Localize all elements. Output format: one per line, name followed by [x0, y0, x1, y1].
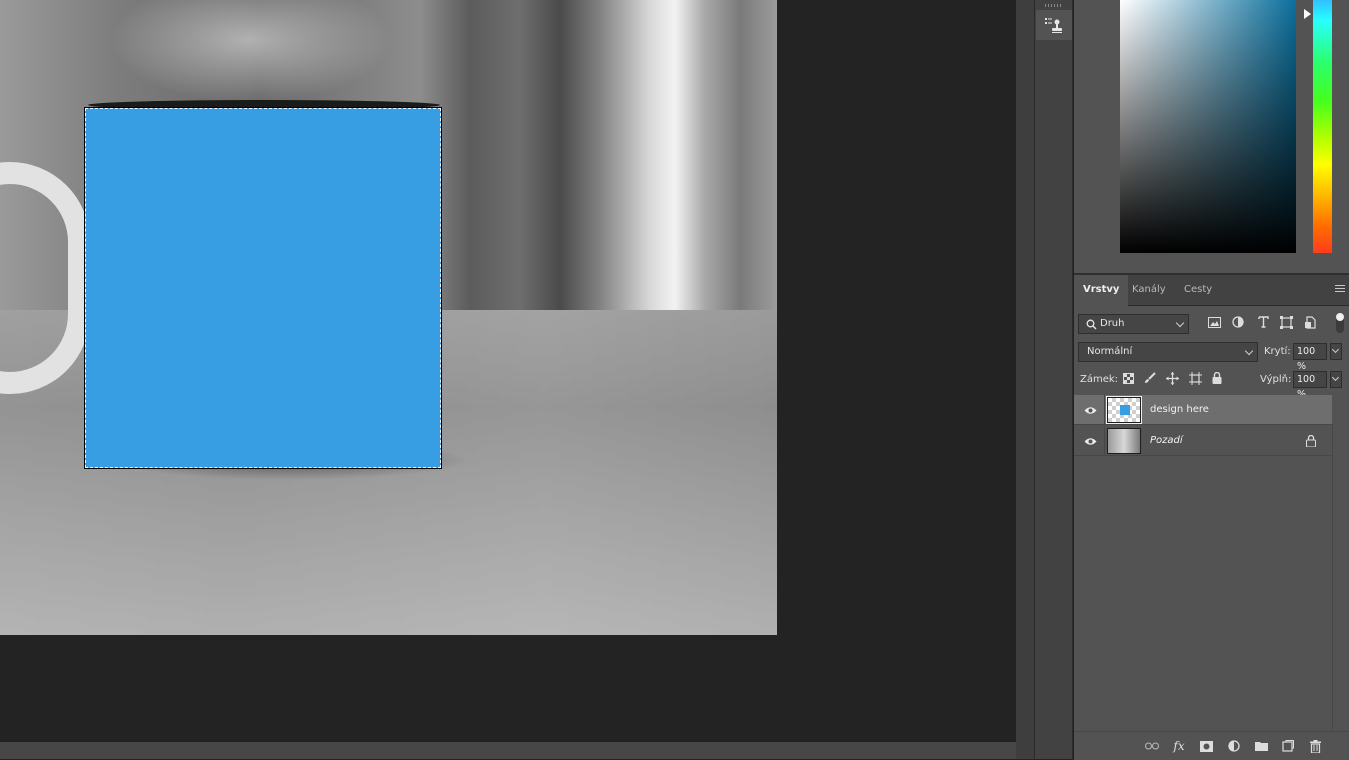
visibility-eye-icon[interactable] [1083, 435, 1097, 447]
group-folder-icon[interactable] [1254, 739, 1268, 753]
layer-thumbnail-fill [1120, 405, 1130, 415]
layer-row-design-here[interactable]: design here [1074, 395, 1332, 425]
layer-thumbnail[interactable] [1106, 396, 1142, 424]
adjustment-filter-icon[interactable] [1231, 315, 1245, 329]
tab-channels[interactable]: Kanály [1123, 275, 1175, 305]
layer-name[interactable]: design here [1150, 395, 1209, 425]
stamp-list-icon [1045, 18, 1062, 33]
layers-footer-toolbar: fx [1074, 731, 1349, 760]
filter-toggle-switch[interactable] [1336, 313, 1344, 333]
tab-paths[interactable]: Cesty [1175, 275, 1221, 305]
fill-field[interactable]: 100 % [1293, 371, 1327, 400]
layer-filter-dropdown[interactable]: Druh [1078, 314, 1189, 334]
lock-paint-icon[interactable] [1143, 371, 1157, 385]
design-here-layer-selection[interactable] [84, 107, 442, 469]
shape-filter-icon[interactable] [1279, 315, 1293, 329]
layer-name[interactable]: Pozadí [1150, 426, 1183, 456]
link-icon[interactable] [1145, 739, 1159, 753]
layers-scrollbar[interactable] [1332, 423, 1349, 731]
document-workspace[interactable] [0, 0, 1016, 742]
hue-marker-icon[interactable] [1304, 9, 1311, 19]
layer-lock-icon[interactable] [1305, 434, 1317, 448]
panel-gutter [1016, 0, 1034, 759]
color-saturation-field[interactable] [1120, 0, 1296, 253]
panel-menu-icon[interactable] [1335, 285, 1345, 294]
adjustment-icon[interactable] [1227, 739, 1241, 753]
opacity-label: Krytí: [1264, 346, 1291, 357]
layer-row-background[interactable]: Pozadí [1074, 426, 1332, 456]
pixel-filter-icon[interactable] [1207, 315, 1221, 329]
chevron-down-icon [1175, 318, 1185, 328]
status-bar [0, 742, 1016, 759]
chevron-down-icon [1331, 345, 1340, 354]
eye-divider [1104, 395, 1105, 425]
hue-slider[interactable] [1313, 0, 1332, 253]
lock-all-icon[interactable] [1210, 371, 1224, 385]
lock-move-icon[interactable] [1165, 371, 1179, 385]
right-panel-column: Vrstvy Kanály Cesty Druh Normální Krytí:… [1074, 0, 1349, 760]
mask-icon[interactable] [1199, 739, 1213, 753]
fx-icon[interactable]: fx [1172, 739, 1186, 753]
chevron-down-icon [1331, 373, 1340, 382]
color-panel [1074, 0, 1349, 275]
new-layer-icon[interactable] [1281, 739, 1295, 753]
blend-mode-dropdown[interactable]: Normální [1078, 342, 1258, 362]
layer-thumbnail[interactable] [1107, 428, 1141, 454]
visibility-eye-icon[interactable] [1083, 404, 1097, 416]
trash-icon[interactable] [1308, 739, 1322, 753]
opacity-field[interactable]: 100 % [1293, 343, 1327, 372]
lock-transparent-icon[interactable] [1121, 371, 1135, 385]
document-canvas[interactable] [0, 0, 777, 635]
lock-label: Zámek: [1080, 374, 1119, 385]
chevron-down-icon [1244, 346, 1254, 356]
eye-divider [1104, 426, 1105, 456]
lock-artboard-icon[interactable] [1188, 371, 1202, 385]
search-icon [1086, 319, 1097, 330]
layers-panel: Vrstvy Kanály Cesty Druh Normální Krytí:… [1074, 275, 1349, 760]
clone-source-panel-button[interactable] [1036, 10, 1072, 40]
opacity-dropdown-button[interactable] [1330, 343, 1342, 360]
blend-mode-label: Normální [1087, 346, 1133, 357]
tab-layers[interactable]: Vrstvy [1074, 275, 1129, 306]
fill-label: Výplň: [1260, 374, 1292, 385]
collapsed-panel-dock [1034, 0, 1073, 759]
layer-filter-label: Druh [1100, 318, 1125, 329]
layers-tab-bar: Vrstvy Kanály Cesty [1074, 275, 1349, 306]
smart-object-filter-icon[interactable] [1303, 315, 1317, 329]
type-filter-icon[interactable] [1256, 315, 1270, 329]
dock-grip[interactable] [1045, 4, 1063, 7]
fill-dropdown-button[interactable] [1330, 371, 1342, 388]
